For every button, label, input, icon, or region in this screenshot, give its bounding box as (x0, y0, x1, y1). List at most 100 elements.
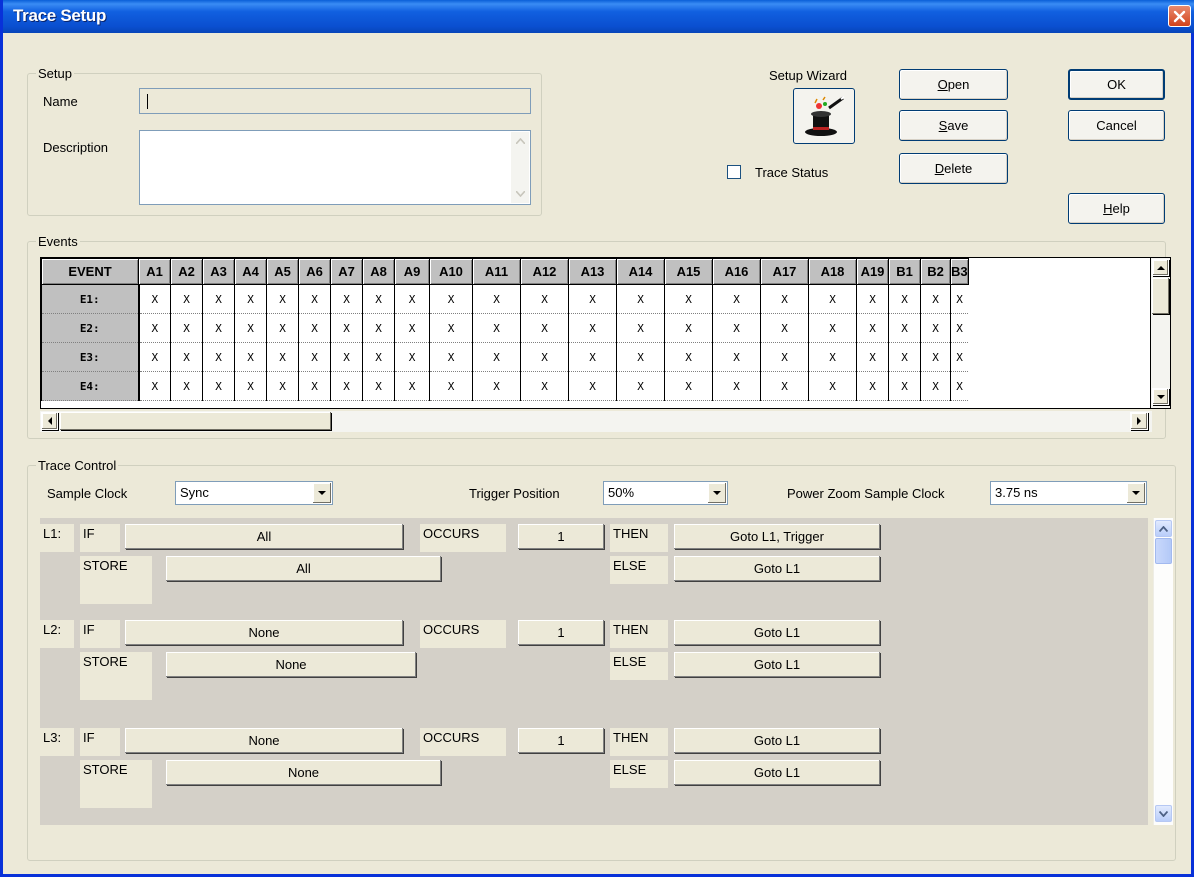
event-cell[interactable]: X (856, 342, 889, 372)
event-cell[interactable]: X (202, 371, 235, 401)
event-cell[interactable]: X (234, 371, 267, 401)
event-cell[interactable]: X (138, 284, 171, 314)
ok-button[interactable]: OK (1068, 69, 1165, 100)
column-header[interactable]: A19 (856, 258, 889, 285)
description-field[interactable] (139, 130, 531, 205)
event-cell[interactable]: X (808, 371, 857, 401)
event-cell[interactable]: X (808, 313, 857, 343)
event-cell[interactable]: X (520, 342, 569, 372)
then-action-button[interactable]: Goto L1 (674, 620, 880, 645)
power-zoom-select[interactable]: 3.75 ns (990, 481, 1147, 505)
event-cell[interactable]: X (330, 342, 363, 372)
chevron-down-icon[interactable] (708, 483, 726, 503)
event-cell[interactable]: X (856, 313, 889, 343)
setup-wizard-button[interactable] (793, 88, 855, 144)
event-cell[interactable]: X (888, 371, 921, 401)
event-cell[interactable]: X (362, 284, 395, 314)
event-cell[interactable]: X (664, 371, 713, 401)
else-action-button[interactable]: Goto L1 (674, 760, 880, 785)
event-cell[interactable]: X (920, 342, 951, 372)
event-cell[interactable]: X (298, 342, 331, 372)
if-condition-button[interactable]: None (125, 620, 403, 645)
store-condition-button[interactable]: None (166, 760, 441, 785)
column-header[interactable]: A3 (202, 258, 235, 285)
scroll-up-icon[interactable] (1152, 259, 1169, 276)
scroll-right-icon[interactable] (1130, 412, 1148, 430)
event-cell[interactable]: X (362, 342, 395, 372)
scroll-left-icon[interactable] (41, 412, 58, 430)
event-cell[interactable]: X (330, 313, 363, 343)
description-scrollbar[interactable] (511, 132, 529, 203)
event-cell[interactable]: X (330, 371, 363, 401)
event-cell[interactable]: X (138, 313, 171, 343)
trace-logic-thumb[interactable] (1155, 538, 1172, 564)
events-horizontal-thumb[interactable] (60, 412, 331, 430)
column-header[interactable]: A8 (362, 258, 395, 285)
event-cell[interactable]: X (429, 342, 473, 372)
events-vertical-thumb[interactable] (1152, 278, 1169, 314)
event-cell[interactable]: X (394, 371, 430, 401)
column-header[interactable]: A9 (394, 258, 430, 285)
title-bar[interactable]: Trace Setup (3, 0, 1194, 33)
if-condition-button[interactable]: All (125, 524, 403, 549)
column-header[interactable]: B3 (950, 258, 969, 285)
column-header[interactable]: A4 (234, 258, 267, 285)
event-cell[interactable]: X (950, 371, 969, 401)
event-cell[interactable]: X (760, 313, 809, 343)
event-cell[interactable]: X (950, 284, 969, 314)
occurs-count-button[interactable]: 1 (518, 728, 604, 753)
event-cell[interactable]: X (170, 342, 203, 372)
column-header[interactable]: A13 (568, 258, 617, 285)
events-grid[interactable]: EVENT A1 A2 A3 A4 A5 A6 A7 A8 A9 A10 A11 A12 A13 A14 A1… (40, 257, 1151, 409)
event-cell[interactable]: X (298, 371, 331, 401)
event-cell[interactable]: X (429, 371, 473, 401)
help-button[interactable]: Help (1068, 193, 1165, 224)
sample-clock-select[interactable]: Sync (175, 481, 333, 505)
column-header[interactable]: B2 (920, 258, 951, 285)
event-cell[interactable]: X (712, 313, 761, 343)
column-header[interactable]: A1 (138, 258, 171, 285)
chevron-down-icon[interactable] (1127, 483, 1145, 503)
event-cell[interactable]: X (920, 371, 951, 401)
column-header[interactable]: A18 (808, 258, 857, 285)
save-button[interactable]: Save (899, 110, 1008, 141)
chevron-down-icon[interactable] (313, 483, 331, 503)
event-cell[interactable]: X (202, 342, 235, 372)
event-cell[interactable]: X (616, 284, 665, 314)
column-header[interactable]: A5 (266, 258, 299, 285)
name-field[interactable] (139, 88, 531, 114)
event-cell[interactable]: X (234, 342, 267, 372)
event-cell[interactable]: X (298, 313, 331, 343)
else-action-button[interactable]: Goto L1 (674, 652, 880, 677)
event-cell[interactable]: X (616, 371, 665, 401)
column-header[interactable]: A16 (712, 258, 761, 285)
event-cell[interactable]: X (808, 342, 857, 372)
event-cell[interactable]: X (664, 284, 713, 314)
trigger-position-select[interactable]: 50% (603, 481, 728, 505)
event-cell[interactable]: X (234, 284, 267, 314)
event-cell[interactable]: X (330, 284, 363, 314)
then-action-button[interactable]: Goto L1 (674, 728, 880, 753)
event-cell[interactable]: X (138, 342, 171, 372)
event-cell[interactable]: X (760, 371, 809, 401)
column-header[interactable]: A6 (298, 258, 331, 285)
event-cell[interactable]: X (520, 313, 569, 343)
event-cell[interactable]: X (234, 313, 267, 343)
event-cell[interactable]: X (298, 284, 331, 314)
event-cell[interactable]: X (170, 284, 203, 314)
scroll-down-icon[interactable] (1155, 805, 1172, 822)
event-cell[interactable]: X (429, 313, 473, 343)
event-cell[interactable]: X (394, 284, 430, 314)
event-cell[interactable]: X (888, 342, 921, 372)
column-header[interactable]: A14 (616, 258, 665, 285)
event-cell[interactable]: X (202, 284, 235, 314)
scroll-up-icon[interactable] (1155, 520, 1172, 537)
cancel-button[interactable]: Cancel (1068, 110, 1165, 141)
column-header[interactable]: A10 (429, 258, 473, 285)
else-action-button[interactable]: Goto L1 (674, 556, 880, 581)
occurs-count-button[interactable]: 1 (518, 620, 604, 645)
event-cell[interactable]: X (568, 284, 617, 314)
event-cell[interactable]: X (266, 371, 299, 401)
events-horizontal-scrollbar[interactable] (40, 411, 1152, 432)
event-cell[interactable]: X (266, 313, 299, 343)
